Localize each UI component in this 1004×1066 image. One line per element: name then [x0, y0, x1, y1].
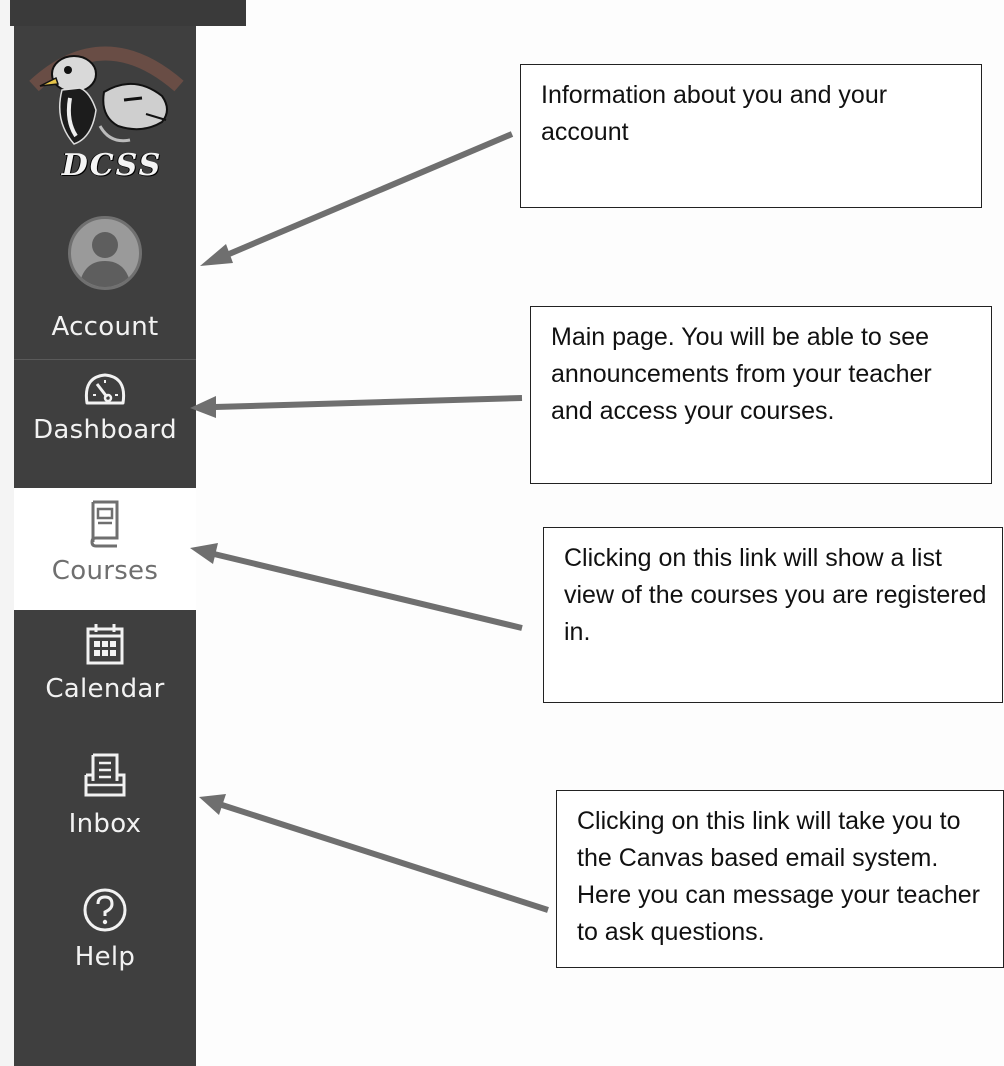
arrow-courses — [190, 543, 523, 631]
nav-label-calendar: Calendar — [45, 674, 165, 704]
calendar-icon — [86, 624, 124, 665]
book-icon — [90, 500, 119, 548]
nav-item-help[interactable]: Help — [14, 886, 196, 996]
help-icon — [83, 888, 127, 932]
callout-inbox: Clicking on this link will take you to t… — [556, 790, 1004, 968]
callout-courses: Clicking on this link will show a list v… — [543, 527, 1003, 703]
nav-label-dashboard: Dashboard — [33, 415, 177, 445]
nav-item-dashboard[interactable]: Dashboard — [14, 371, 196, 491]
dashboard-icon — [84, 373, 126, 405]
dcss-logo-text: DCSS — [61, 148, 163, 183]
avatar-icon — [68, 216, 142, 290]
nav-item-inbox[interactable]: Inbox — [14, 751, 196, 871]
dcss-logo[interactable]: DCSS — [14, 26, 196, 201]
nav-label-help: Help — [74, 942, 136, 972]
callout-account: Information about you and your account — [520, 64, 982, 208]
callout-dashboard: Main page. You will be able to see annou… — [530, 306, 992, 484]
page-left-edge — [0, 0, 14, 1066]
arrow-dashboard — [190, 395, 523, 418]
nav-item-calendar[interactable]: Calendar — [14, 622, 196, 742]
arrow-account — [200, 131, 514, 266]
nav-divider — [14, 359, 196, 360]
nav-item-account[interactable]: Account — [14, 206, 196, 361]
nav-label-courses: Courses — [51, 556, 159, 586]
top-edge-strip — [10, 0, 246, 26]
nav-item-courses[interactable]: Courses — [14, 488, 196, 610]
nav-label-account: Account — [51, 312, 159, 342]
nav-label-inbox: Inbox — [68, 809, 142, 839]
inbox-icon — [84, 753, 126, 797]
arrow-inbox — [199, 794, 549, 913]
global-navigation-sidebar: DCSS Account Dashboard Courses Calendar … — [14, 26, 196, 1066]
